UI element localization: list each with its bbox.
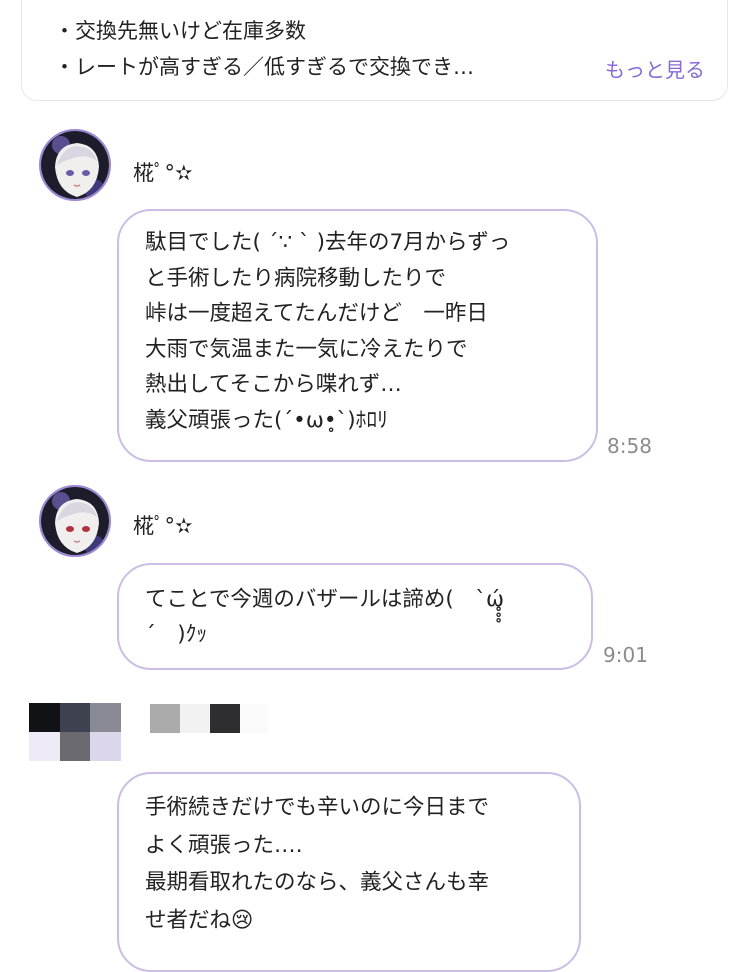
message-line: 熱出してそこから喋れず… bbox=[145, 372, 402, 397]
message-bubble: てことで今週のバザールは諦め( `ώ̥̥̥ ´ )ｸｯ bbox=[117, 563, 593, 670]
message-line: せ者だね😢 bbox=[145, 908, 254, 933]
message-username: 椛ﾟ°✫ bbox=[133, 514, 193, 538]
pinned-post-card: ・交換先無いけど在庫多数 ・レートが高すぎる／低すぎるで交換でき… もっと見る bbox=[21, 0, 728, 101]
censored-avatar bbox=[29, 703, 121, 764]
message-line: よく頑張った‥‥ bbox=[145, 833, 303, 858]
pinned-post-line-1: ・交換先無いけど在庫多数 bbox=[54, 19, 306, 43]
message-line: ´ )ｸｯ bbox=[145, 622, 208, 647]
message-line: 最期看取れたのなら、義父さんも幸 bbox=[145, 870, 490, 895]
message-timestamp: 9:01 bbox=[603, 643, 648, 667]
message-bubble: 手術続きだけでも辛いのに今日まで よく頑張った‥‥ 最期看取れたのなら、義父さん… bbox=[117, 772, 581, 972]
message-timestamp: 8:58 bbox=[607, 434, 652, 458]
pixelated-mosaic bbox=[29, 703, 121, 764]
message-line: 手術続きだけでも辛いのに今日まで bbox=[145, 795, 490, 820]
avatar-image bbox=[41, 131, 109, 199]
message-line: てことで今週のバザールは諦め( `ώ̥̥̥ bbox=[145, 587, 504, 612]
message-line: 峠は一度超えてたんだけど 一昨日 bbox=[145, 301, 488, 326]
message-line: 駄目でした( ´∵ ` )去年の7月からずっ bbox=[145, 230, 511, 255]
pinned-post-line-2: ・レートが高すぎる／低すぎるで交換でき… bbox=[54, 55, 474, 79]
pixelated-mosaic bbox=[150, 704, 268, 733]
message-line: と手術したり病院移動したりで bbox=[145, 265, 447, 291]
message-line: 義父頑張った(´•ω•̥`)ﾎﾛﾘ bbox=[145, 407, 388, 433]
avatar-image bbox=[41, 487, 109, 555]
user-avatar[interactable] bbox=[39, 485, 111, 557]
censored-username bbox=[150, 704, 268, 733]
user-avatar[interactable] bbox=[39, 129, 111, 201]
message-username: 椛ﾟ°✫ bbox=[133, 161, 193, 185]
message-line: 大雨で気温また一気に冷えたりで bbox=[145, 336, 468, 362]
message-bubble: 駄目でした( ´∵ ` )去年の7月からずっ と手術したり病院移動したりで 峠は… bbox=[117, 209, 598, 462]
see-more-link[interactable]: もっと見る bbox=[605, 54, 705, 83]
